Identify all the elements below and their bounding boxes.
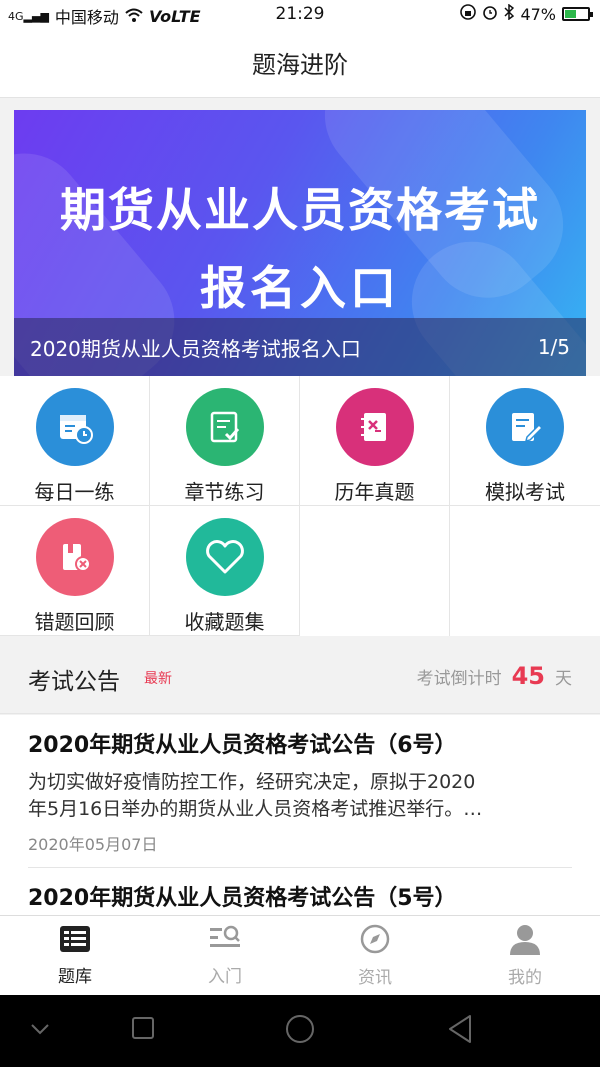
grid-empty-cell [450, 506, 600, 636]
status-right: 47% [460, 3, 593, 24]
battery-icon [562, 7, 593, 21]
banner-caption: 2020期货从业人员资格考试报名入口 [30, 336, 361, 361]
battery-fill [565, 10, 577, 18]
tab-label: 资讯 [358, 968, 392, 988]
article-date: 2020年05月07日 [28, 835, 158, 854]
lock-rotation-icon [460, 4, 477, 24]
article-summary: 为切实做好疫情防控工作，经研究决定，原拟于2020 年5月16日举办的期货从业人… [28, 769, 572, 823]
calendar-clock-icon [35, 388, 114, 466]
banner-headline: 期货从业人员资格考试 [60, 183, 540, 237]
grid-row: 错题回顾 收藏题集 [0, 506, 600, 636]
notice-list: 2020年期货从业人员资格考试公告（6号） 为切实做好疫情防控工作，经研究决定，… [0, 715, 600, 915]
grid-empty-cell [300, 506, 450, 636]
section-title: 考试公告 [28, 669, 120, 695]
grid-item-label: 模拟考试 [485, 480, 565, 504]
list-item[interactable]: 2020年期货从业人员资格考试公告（6号） 为切实做好疫情防控工作，经研究决定，… [28, 715, 572, 868]
error-book-icon [35, 518, 114, 596]
tab-getting-started[interactable]: 入门 [150, 916, 300, 995]
mock-exam-button[interactable]: 模拟考试 [450, 376, 600, 506]
countdown-value: 45 [511, 662, 545, 690]
article-title: 2020年期货从业人员资格考试公告（6号） [28, 733, 457, 758]
tab-news[interactable]: 资讯 [300, 916, 450, 995]
banner-pager: 1/5 [537, 335, 570, 359]
question-bank-icon [58, 924, 92, 958]
bottom-tab-bar: 题库 入门 资讯 我的 [0, 915, 600, 995]
heart-icon [185, 518, 264, 596]
system-nav-bar [0, 995, 600, 1067]
page-title: 题海进阶 [252, 51, 348, 79]
daily-practice-button[interactable]: 每日一练 [0, 376, 150, 506]
past-exams-button[interactable]: 历年真题 [300, 376, 450, 506]
banner-caption-bar: 2020期货从业人员资格考试报名入口 1/5 [14, 318, 586, 376]
app-header: 题海进阶 [0, 28, 600, 98]
article-title: 2020年期货从业人员资格考试公告（5号） [28, 886, 457, 911]
status-bar: 4G▂▄▆ 中国移动 VoLTE 21:29 47% [0, 0, 600, 28]
search-list-icon [208, 924, 242, 958]
back-button[interactable] [446, 1013, 474, 1049]
tab-question-bank[interactable]: 题库 [0, 916, 150, 995]
list-item[interactable]: 2020年期货从业人员资格考试公告（5号） [28, 868, 572, 914]
grid-item-label: 收藏题集 [184, 610, 265, 634]
tab-label: 我的 [508, 968, 542, 988]
article-summary-line: 年5月16日举办的期货从业人员资格考试推迟举行。… [28, 798, 483, 820]
person-icon [508, 923, 542, 959]
bluetooth-icon [504, 3, 515, 24]
tab-label: 入门 [208, 967, 242, 987]
article-summary-line: 为切实做好疫情防控工作，经研究决定，原拟于2020 [28, 771, 476, 793]
new-badge: 最新 [144, 671, 172, 687]
home-button[interactable] [284, 1013, 316, 1049]
compass-icon [359, 923, 391, 959]
feature-grid: 每日一练 章节练习 历年真题 模拟考试 错题回顾 收藏题集 [0, 376, 600, 636]
grid-item-label: 每日一练 [34, 480, 115, 504]
tab-profile[interactable]: 我的 [450, 916, 600, 995]
grid-item-label: 章节练习 [184, 480, 265, 504]
alarm-icon [482, 4, 498, 24]
banner-subheadline: 报名入口 [200, 261, 400, 315]
favorites-button[interactable]: 收藏题集 [150, 506, 300, 636]
countdown-prefix: 考试倒计时 [416, 669, 502, 689]
checklist-icon [185, 388, 264, 466]
notice-section-header: 考试公告 最新 考试倒计时 45 天 [0, 640, 600, 714]
grid-item-label: 历年真题 [334, 480, 415, 504]
exam-countdown: 考试倒计时 45 天 [417, 662, 572, 690]
notebook-icon [335, 388, 414, 466]
tab-label: 题库 [58, 967, 92, 987]
countdown-unit: 天 [555, 669, 572, 689]
collapse-chevron-icon[interactable] [30, 1021, 50, 1040]
grid-item-label: 错题回顾 [34, 610, 115, 634]
recent-apps-button[interactable] [130, 1015, 156, 1045]
wrong-answers-review-button[interactable]: 错题回顾 [0, 506, 150, 636]
grid-row: 每日一练 章节练习 历年真题 模拟考试 [0, 376, 600, 506]
banner-carousel[interactable]: 期货从业人员资格考试 报名入口 2020期货从业人员资格考试报名入口 1/5 [14, 110, 586, 376]
chapter-practice-button[interactable]: 章节练习 [150, 376, 300, 506]
battery-percent: 47% [520, 4, 556, 24]
edit-document-icon [486, 388, 564, 466]
